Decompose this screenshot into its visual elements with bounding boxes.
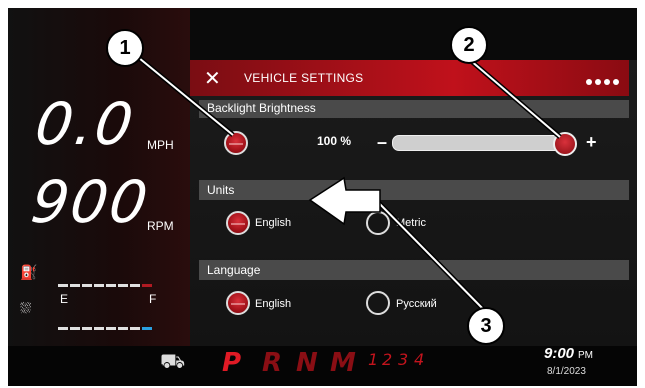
gear-2: 2	[382, 350, 393, 369]
brightness-decrease-button[interactable]: –	[377, 132, 387, 153]
page-dot	[586, 79, 592, 85]
brightness-auto-toggle[interactable]	[224, 131, 248, 155]
language-english-label: English	[255, 298, 292, 310]
language-russian-label: Русский	[396, 298, 437, 310]
oil-level-icon: ⛆	[20, 300, 32, 316]
units-metric-label: Metric	[396, 217, 426, 229]
section-units: Units	[199, 180, 629, 200]
brightness-slider-handle[interactable]	[553, 132, 577, 156]
section-backlight-brightness: Backlight Brightness	[199, 100, 629, 118]
speed-readout: 0.0	[31, 90, 140, 158]
page-dot	[604, 79, 610, 85]
section-label: Units	[207, 183, 235, 197]
page-indicator	[583, 72, 619, 90]
callout-3: 3	[467, 307, 505, 345]
page-dot	[595, 79, 601, 85]
clock-date: 8/1/2023	[547, 366, 586, 377]
clock-ampm: PM	[578, 350, 593, 361]
language-english-radio[interactable]	[226, 291, 250, 315]
gear-p: P	[222, 348, 242, 378]
fuel-pump-icon: ⛽	[20, 264, 38, 280]
language-russian-radio[interactable]	[366, 291, 390, 315]
gear-r: R	[262, 348, 283, 378]
vehicle-icon: ⛟	[160, 351, 186, 373]
fuel-bar	[58, 274, 154, 287]
units-english-radio[interactable]	[226, 211, 250, 235]
status-bar	[8, 346, 637, 386]
full-label: F	[149, 292, 157, 306]
settings-header: ✕ VEHICLE SETTINGS	[190, 60, 629, 96]
units-metric-radio[interactable]	[366, 211, 390, 235]
settings-title: VEHICLE SETTINGS	[244, 71, 364, 85]
gear-1: 1	[368, 350, 379, 369]
gear-n: N	[296, 348, 318, 378]
section-label: Backlight Brightness	[207, 101, 316, 115]
clock-time: 9:00	[544, 345, 575, 362]
gear-m: M	[330, 348, 356, 378]
speed-unit: MPH	[147, 138, 174, 152]
oil-bar	[58, 317, 154, 330]
gear-4: 4	[414, 350, 425, 369]
empty-label: E	[60, 292, 69, 306]
gear-3: 3	[398, 350, 409, 369]
rpm-unit: RPM	[147, 219, 174, 233]
brightness-increase-button[interactable]: +	[586, 132, 597, 153]
tools-icon: ✕	[204, 68, 221, 90]
section-language: Language	[199, 260, 629, 280]
section-label: Language	[207, 263, 261, 277]
units-english-label: English	[255, 217, 292, 229]
page-dot	[613, 79, 619, 85]
callout-1: 1	[106, 29, 144, 67]
brightness-value: 100 %	[317, 134, 352, 148]
rpm-readout: 900	[27, 168, 154, 236]
callout-2: 2	[450, 26, 488, 64]
brightness-slider[interactable]	[392, 132, 577, 156]
gauge-panel: 0.0 MPH 900 RPM ⛽ E F ⛆	[8, 8, 190, 346]
